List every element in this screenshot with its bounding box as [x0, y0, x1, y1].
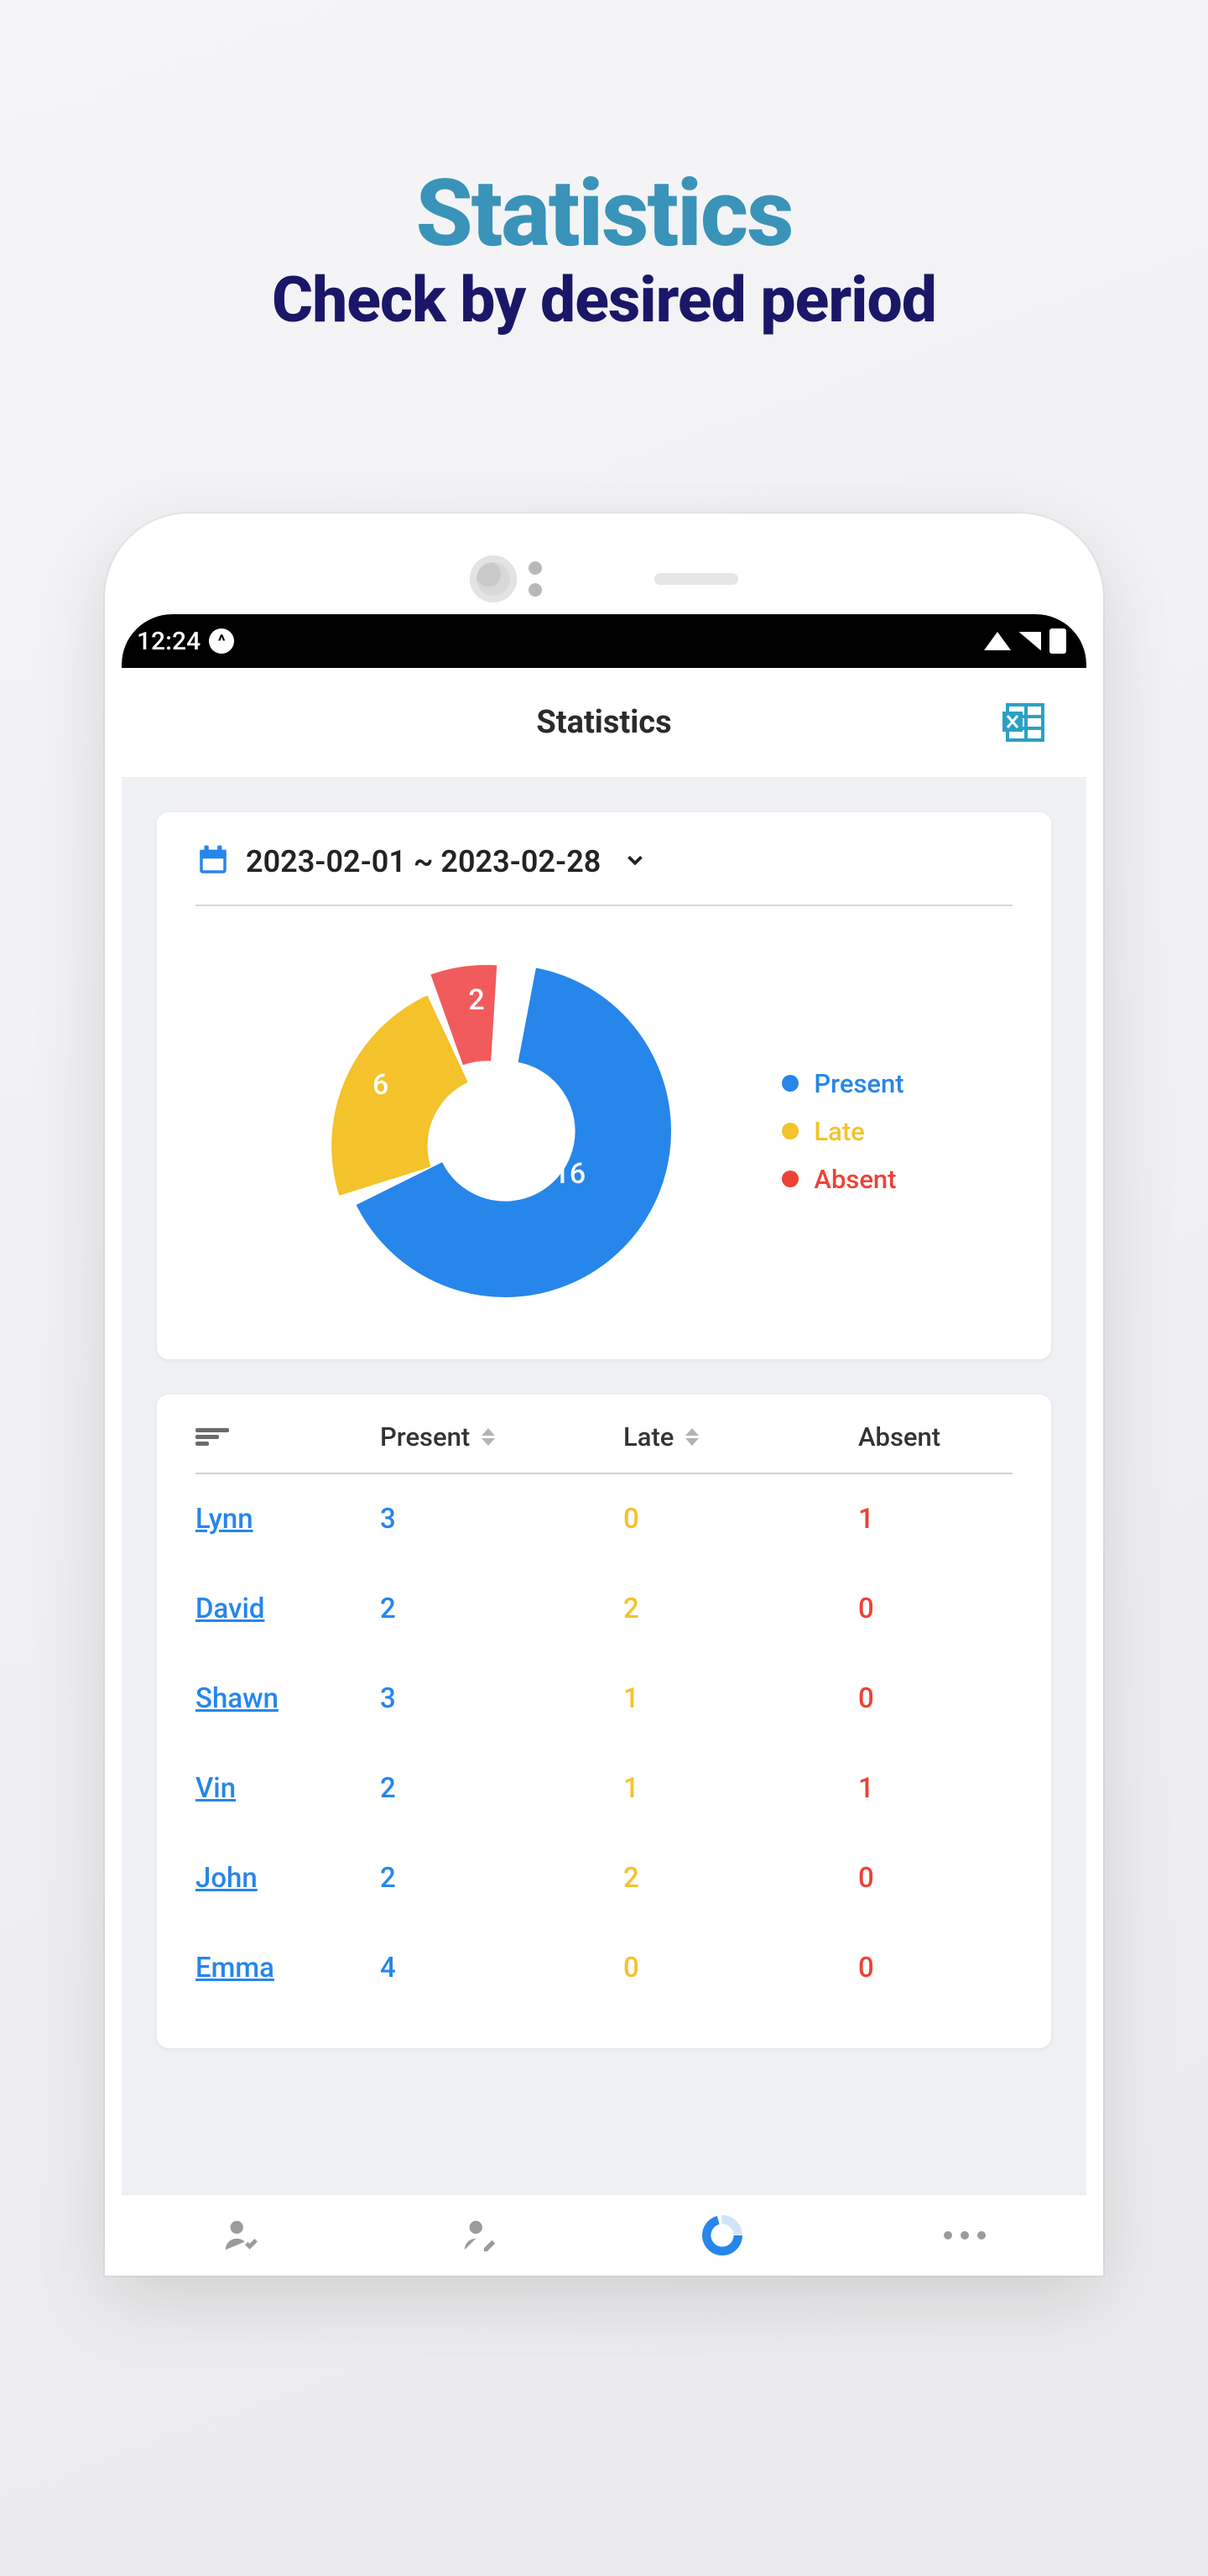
person-link[interactable]: David [195, 1593, 264, 1625]
speaker-icon [654, 573, 738, 585]
absent-value: 1 [858, 1772, 1013, 1805]
table-row: David220 [195, 1564, 1013, 1654]
table-row: John220 [195, 1833, 1013, 1923]
legend-item-absent: Absent [782, 1164, 903, 1195]
phone-notch [122, 555, 1086, 602]
calendar-icon [195, 842, 231, 881]
absent-value: 0 [858, 1682, 1013, 1715]
more-icon [944, 2231, 986, 2240]
nav-statistics[interactable] [701, 2214, 743, 2256]
legend-label: Absent [814, 1164, 896, 1195]
late-value: 0 [623, 1503, 858, 1536]
chart-card: 2023-02-01 ~ 2023-02-28 [157, 812, 1051, 1359]
person-check-icon [222, 2216, 261, 2255]
nav-attendance[interactable] [222, 2216, 261, 2255]
promo-subtitle: Check by desired period [0, 263, 1208, 337]
absent-value: 1 [858, 1503, 1013, 1536]
person-link[interactable]: Lynn [195, 1503, 253, 1536]
table-card: Present Late Absent Lynn301David220Shawn… [157, 1395, 1051, 2048]
phone-frame: 12:24 ^ Statistics [105, 514, 1103, 2276]
present-value: 3 [380, 1503, 623, 1536]
column-late[interactable]: Late [623, 1421, 858, 1452]
present-value: 2 [380, 1772, 623, 1805]
sort-caret-icon [685, 1428, 699, 1446]
person-link[interactable]: John [195, 1862, 258, 1895]
table-row: Shawn 310 [195, 1654, 1013, 1744]
person-link[interactable]: Vin [195, 1772, 236, 1805]
chart-value-late: 6 [372, 1068, 388, 1102]
absent-value: 0 [858, 1952, 1013, 1984]
app-badge-icon: ^ [209, 628, 234, 654]
present-value: 2 [380, 1862, 623, 1895]
table-row: Emma400 [195, 1923, 1013, 2013]
status-bar: 12:24 ^ [122, 614, 1086, 668]
donut-chart-icon [701, 2214, 743, 2256]
legend-label: Present [814, 1068, 903, 1099]
table-header: Present Late Absent [195, 1421, 1013, 1474]
sort-icon[interactable] [195, 1426, 229, 1448]
person-link[interactable]: Shawn [195, 1682, 279, 1715]
column-absent: Absent [858, 1421, 1013, 1452]
sensor-icon [528, 561, 542, 597]
date-range-picker[interactable]: 2023-02-01 ~ 2023-02-28 [195, 842, 1013, 906]
battery-icon [1049, 628, 1066, 654]
legend-item-late: Late [782, 1116, 903, 1147]
late-value: 1 [623, 1772, 858, 1805]
late-value: 0 [623, 1952, 858, 1984]
legend-label: Late [814, 1116, 864, 1147]
bottom-nav [122, 2193, 1086, 2276]
status-time: 12:24 [137, 627, 200, 656]
table-row: Lynn 301 [195, 1474, 1013, 1564]
legend-item-present: Present [782, 1068, 903, 1099]
dot-icon [782, 1171, 799, 1187]
absent-value: 0 [858, 1593, 1013, 1625]
person-link[interactable]: Emma [195, 1952, 274, 1984]
present-value: 2 [380, 1593, 623, 1625]
excel-icon [1002, 701, 1048, 743]
person-edit-icon [461, 2216, 500, 2255]
app-header: Statistics [122, 668, 1086, 777]
dot-icon [782, 1075, 799, 1092]
chart-legend: Present Late Absent [782, 1068, 903, 1195]
wifi-icon [984, 632, 1011, 650]
screen: 12:24 ^ Statistics [122, 614, 1086, 2203]
late-value: 1 [623, 1682, 858, 1715]
present-value: 4 [380, 1952, 623, 1984]
sort-caret-icon [482, 1428, 495, 1446]
column-present[interactable]: Present [380, 1421, 623, 1452]
date-range-text: 2023-02-01 ~ 2023-02-28 [246, 844, 601, 879]
column-label: Present [380, 1421, 470, 1452]
chart-value-present: 16 [554, 1157, 586, 1191]
export-excel-button[interactable] [1002, 701, 1048, 743]
table-body: Lynn301David220Shawn310Vin211John220Emma… [195, 1474, 1013, 2013]
late-value: 2 [623, 1593, 858, 1625]
column-label: Late [623, 1421, 674, 1452]
late-value: 2 [623, 1862, 858, 1895]
content-area: 2023-02-01 ~ 2023-02-28 [122, 777, 1086, 2203]
present-value: 3 [380, 1682, 623, 1715]
chart-value-absent: 2 [468, 983, 484, 1017]
promo-title: Statistics [0, 159, 1208, 268]
table-row: Vin211 [195, 1744, 1013, 1833]
nav-more[interactable] [944, 2231, 986, 2240]
dot-icon [782, 1123, 799, 1139]
camera-icon [470, 555, 517, 602]
page-title: Statistics [536, 704, 671, 741]
nav-edit[interactable] [461, 2216, 500, 2255]
column-label: Absent [858, 1421, 940, 1452]
chevron-down-icon [622, 847, 648, 876]
signal-icon [1019, 632, 1041, 650]
donut-chart: 16 6 2 Present Late [195, 930, 1013, 1324]
absent-value: 0 [858, 1862, 1013, 1895]
